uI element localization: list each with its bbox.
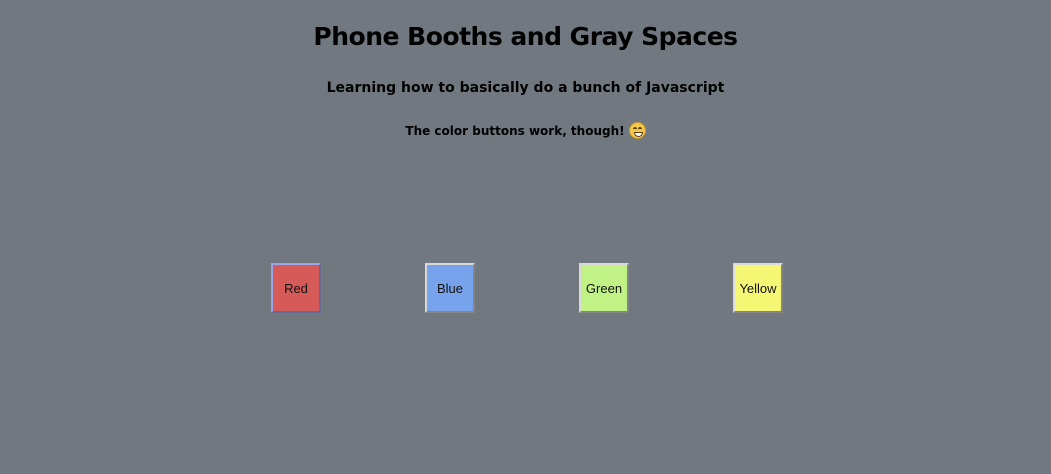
page-note: The color buttons work, though! <box>0 122 1051 139</box>
page-note-text: The color buttons work, though! <box>405 124 625 138</box>
green-button[interactable]: Green <box>579 263 629 313</box>
red-button[interactable]: Red <box>271 263 321 313</box>
page-subtitle: Learning how to basically do a bunch of … <box>326 80 725 96</box>
page-title: Phone Booths and Gray Spaces <box>313 22 738 51</box>
grinning-face-icon <box>628 122 646 139</box>
blue-button[interactable]: Blue <box>425 263 475 313</box>
yellow-button[interactable]: Yellow <box>733 263 783 313</box>
